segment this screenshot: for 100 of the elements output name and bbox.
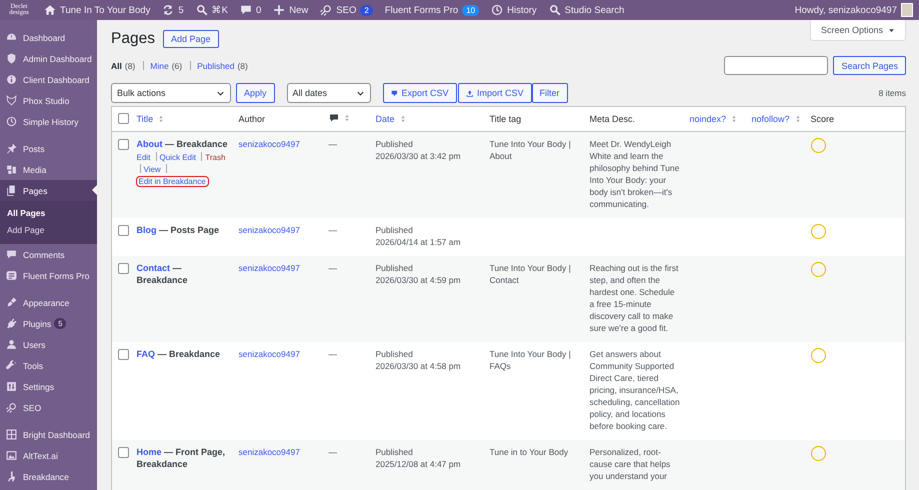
row-action-link[interactable]: Edit: [136, 153, 150, 162]
column-header[interactable]: Date: [376, 114, 395, 124]
status-label: Published: [376, 224, 414, 236]
search-field[interactable]: [724, 56, 828, 75]
submenu-item[interactable]: Add Page: [0, 222, 97, 239]
column-header[interactable]: Title: [136, 114, 154, 124]
menu-item[interactable]: Admin Dashboard: [0, 48, 97, 69]
author-link[interactable]: senizakoco9497: [238, 225, 300, 235]
author-link[interactable]: senizakoco9497: [238, 349, 300, 359]
upload-icon: [466, 88, 473, 98]
comment-count: —: [328, 139, 337, 149]
row-action-link[interactable]: Edit in Breakdance: [136, 177, 208, 186]
menu-item[interactable]: Fluent Forms Pro: [0, 265, 97, 286]
date-filter-dropdown[interactable]: All dates: [286, 83, 371, 103]
date-label: 2026/04/14 at 1:57 am: [376, 236, 462, 248]
column-header[interactable]: nofollow?: [752, 114, 790, 124]
submenu-item[interactable]: All Pages: [0, 205, 97, 222]
image-icon: [6, 450, 17, 461]
menu-item[interactable]: Settings: [0, 376, 97, 397]
author-link[interactable]: senizakoco9497: [238, 447, 300, 457]
menu-item[interactable]: Posts: [0, 138, 97, 159]
menu-item[interactable]: Simple History: [0, 111, 97, 132]
page-title-link[interactable]: About: [136, 139, 162, 149]
toolbar-link[interactable]: Tune In To Your Body: [60, 4, 150, 16]
comment-count: —: [328, 349, 337, 359]
row-action-link[interactable]: View: [144, 165, 161, 174]
checkbox[interactable]: [118, 113, 129, 124]
sort-arrows-icon: [398, 115, 407, 123]
page-title: FAQ — Breakdance: [136, 348, 222, 360]
plug-icon: [6, 318, 17, 329]
magnifier-icon: [320, 4, 332, 16]
author-link[interactable]: senizakoco9497: [238, 263, 300, 273]
comment-count: —: [328, 225, 337, 235]
filter-link[interactable]: Published: [197, 60, 234, 70]
menu-item[interactable]: Breakdance: [0, 466, 97, 487]
menu-item[interactable]: Dashboard: [0, 27, 97, 48]
toolbar-link[interactable]: ⌘K: [212, 4, 228, 16]
menu-item[interactable]: Users: [0, 334, 97, 355]
grid-icon: [6, 429, 17, 440]
checkbox[interactable]: [118, 225, 129, 236]
add-page-button[interactable]: Add Page: [162, 30, 218, 48]
toolbar-link[interactable]: Studio Search: [564, 4, 624, 16]
author-link[interactable]: senizakoco9497: [238, 139, 300, 149]
magnifier-icon: [6, 402, 17, 413]
menu-item[interactable]: Appearance: [0, 292, 97, 313]
bulk-actions-dropdown[interactable]: Bulk actions: [111, 83, 231, 103]
sort-arrows-icon: [794, 115, 802, 123]
table-cell: Tune Into Your Body | Contact: [490, 263, 571, 285]
page-title-link[interactable]: Blog: [136, 225, 156, 235]
toolbar-link[interactable]: 5: [178, 4, 184, 16]
filter-button[interactable]: Filter: [532, 83, 568, 103]
checkbox[interactable]: [118, 349, 129, 360]
toolbar-link[interactable]: New: [289, 4, 308, 16]
checkbox[interactable]: [118, 139, 129, 150]
account-link[interactable]: Howdy, senizakoco9497: [794, 4, 897, 16]
menu-item[interactable]: AltText.ai: [0, 445, 97, 466]
sliders-icon: [6, 381, 17, 392]
menu-item[interactable]: Comments: [0, 244, 97, 265]
import-csv-button[interactable]: Import CSV: [458, 83, 532, 103]
menu-item[interactable]: Bright Dashboard: [0, 424, 97, 445]
score-ring-icon: [810, 138, 826, 153]
table-cell: Get answers about Community Supported Direct Care, tiered pricing, insurance/HSA, scheduling, cancellation policy, and locations before booking care.: [590, 349, 680, 431]
count-label: (8): [124, 60, 136, 70]
toolbar-link[interactable]: SEO: [336, 4, 356, 16]
menu-item[interactable]: Phox Studio: [0, 90, 97, 111]
column-header[interactable]: noindex?: [690, 114, 726, 124]
status-label: Published: [376, 446, 414, 458]
filter-link[interactable]: All: [111, 60, 122, 70]
row-action-link[interactable]: Trash: [205, 153, 226, 162]
sort-arrows-icon: [157, 115, 166, 123]
table-cell: Tune in to Your Body: [490, 447, 568, 457]
menu-item[interactable]: Tools: [0, 355, 97, 376]
date-label: 2026/03/30 at 4:59 pm: [376, 274, 462, 286]
toolbar-link[interactable]: Fluent Forms Pro: [384, 4, 458, 16]
pushpin-icon: [6, 143, 17, 154]
menu-item[interactable]: Pages: [0, 180, 97, 201]
filter-link[interactable]: Mine: [150, 60, 169, 70]
page-title-link[interactable]: FAQ: [136, 349, 156, 359]
checkbox[interactable]: [118, 263, 129, 274]
info-icon: [6, 74, 17, 85]
apply-button[interactable]: Apply: [236, 83, 275, 103]
page-title-link[interactable]: Home: [136, 447, 162, 457]
toolbar-link[interactable]: 0: [256, 4, 262, 16]
screen-options-button[interactable]: Screen Options: [810, 20, 906, 41]
menu-item[interactable]: Media: [0, 159, 97, 180]
menu-item[interactable]: Client Dashboard: [0, 69, 97, 90]
row-action-link[interactable]: Quick Edit: [160, 153, 196, 162]
status-label: Published: [376, 262, 414, 274]
score-ring-icon: [810, 224, 826, 239]
search-pages-button[interactable]: Search Pages: [833, 56, 906, 75]
comment-count: —: [328, 447, 337, 457]
menu-item[interactable]: SEO: [0, 397, 97, 418]
search-icon: [548, 4, 561, 16]
export-csv-button[interactable]: Export CSV: [382, 83, 457, 103]
checkbox[interactable]: [118, 447, 129, 458]
speech-bubble-icon: [6, 249, 17, 260]
table-cell: Tune Into Your Body | About: [490, 139, 571, 161]
toolbar-link[interactable]: History: [507, 4, 537, 16]
score-ring-icon: [810, 348, 826, 363]
page-title-link[interactable]: Contact: [136, 263, 170, 273]
